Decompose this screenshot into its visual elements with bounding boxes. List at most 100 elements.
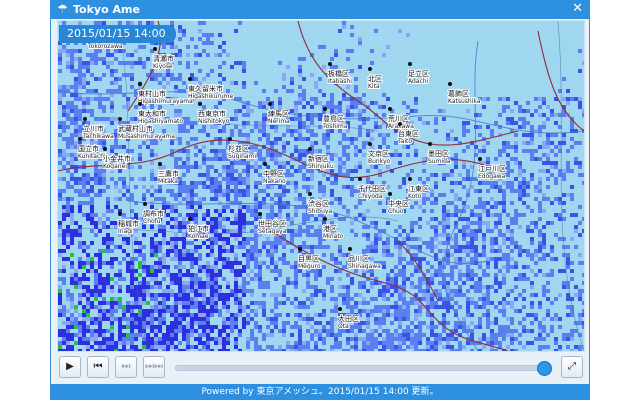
rain-cell xyxy=(530,149,534,153)
rain-cell xyxy=(170,321,174,325)
rain-cell xyxy=(70,261,74,265)
rain-cell xyxy=(554,161,558,165)
rain-cell xyxy=(554,297,558,301)
rain-cell xyxy=(226,229,230,233)
time-slider[interactable] xyxy=(175,361,552,376)
rain-cell xyxy=(258,153,262,157)
rain-cell xyxy=(514,265,518,269)
rain-cell xyxy=(282,257,286,261)
rain-cell xyxy=(234,217,238,221)
rain-cell xyxy=(210,229,214,233)
rain-cell xyxy=(450,333,454,337)
time-slider-thumb[interactable] xyxy=(537,361,552,376)
rain-cell xyxy=(230,133,234,137)
rain-cell xyxy=(234,61,238,65)
rain-cell xyxy=(78,301,82,305)
rain-cell xyxy=(58,121,62,125)
rain-radar-map[interactable]: 所沢市Tokorozawa清瀬市Kiyose東村山市Higashimurayam… xyxy=(58,21,584,351)
rain-cell xyxy=(102,105,106,109)
rain-cell xyxy=(122,317,126,321)
rain-cell xyxy=(98,317,102,321)
rain-cell xyxy=(194,261,198,265)
rain-cell xyxy=(110,89,114,93)
rain-cell xyxy=(338,157,342,161)
close-icon[interactable]: ✕ xyxy=(572,1,583,16)
rain-cell xyxy=(470,301,474,305)
rain-cell xyxy=(86,97,90,101)
rain-cell xyxy=(306,341,310,345)
rain-cell xyxy=(386,333,390,337)
rain-cell xyxy=(298,85,302,89)
rain-cell xyxy=(230,293,234,297)
rain-cell xyxy=(470,277,474,281)
rain-cell xyxy=(190,281,194,285)
rain-cell xyxy=(150,185,154,189)
rain-cell xyxy=(510,117,514,121)
rain-cell xyxy=(94,221,98,225)
rain-cell xyxy=(58,269,62,273)
rain-cell xyxy=(438,289,442,293)
fullscreen-button[interactable]: ⤢ xyxy=(561,356,583,378)
rain-cell xyxy=(438,233,442,237)
rain-cell xyxy=(158,341,162,345)
rain-cell xyxy=(302,177,306,181)
rain-cell xyxy=(230,173,234,177)
rain-cell xyxy=(446,305,450,309)
rain-cell xyxy=(310,121,314,125)
rain-cell xyxy=(506,213,510,217)
last-frame-button[interactable]: ⏭⏭ xyxy=(143,356,165,378)
rain-cell xyxy=(166,305,170,309)
rain-cell xyxy=(298,165,302,169)
rain-cell xyxy=(66,101,70,105)
rain-cell xyxy=(82,77,86,81)
place-label: 足立区 xyxy=(408,69,429,78)
rain-cell xyxy=(218,221,222,225)
rain-cell xyxy=(478,181,482,185)
rain-cell xyxy=(342,185,346,189)
next-frame-button[interactable]: ⏭ xyxy=(115,356,137,378)
rain-cell xyxy=(474,125,478,129)
rain-cell xyxy=(442,337,446,341)
rain-cell xyxy=(302,185,306,189)
rain-cell xyxy=(542,345,546,349)
rain-cell xyxy=(582,289,584,293)
rain-cell xyxy=(370,165,374,169)
rain-cell xyxy=(454,161,458,165)
rain-cell xyxy=(302,213,306,217)
rain-cell xyxy=(122,237,126,241)
rain-cell xyxy=(70,317,74,321)
rain-cell xyxy=(382,305,386,309)
rain-cell xyxy=(142,65,146,69)
rain-cell xyxy=(294,189,298,193)
rain-cell xyxy=(346,153,350,157)
rain-cell xyxy=(274,141,278,145)
rain-cell xyxy=(198,313,202,317)
rain-cell xyxy=(210,249,214,253)
rain-cell xyxy=(338,277,342,281)
rain-cell xyxy=(226,237,230,241)
rain-cell xyxy=(434,185,438,189)
rain-cell xyxy=(374,237,378,241)
rain-cell xyxy=(170,249,174,253)
rain-cell xyxy=(434,333,438,337)
rain-cell xyxy=(258,101,262,105)
rain-cell xyxy=(114,81,118,85)
rain-cell xyxy=(166,337,170,341)
rain-cell xyxy=(250,257,254,261)
rain-cell xyxy=(546,345,550,349)
rain-cell xyxy=(474,305,478,309)
rain-cell xyxy=(530,177,534,181)
rain-cell xyxy=(394,273,398,277)
rain-cell xyxy=(450,213,454,217)
place-marker xyxy=(188,217,192,221)
rain-cell xyxy=(110,241,114,245)
rain-cell xyxy=(534,249,538,253)
place-label: 稲城市 xyxy=(118,219,139,228)
rain-cell xyxy=(242,285,246,289)
rain-cell xyxy=(190,277,194,281)
umbrella-icon: ☂ xyxy=(57,2,68,16)
rain-cell xyxy=(158,317,162,321)
play-button[interactable]: ▶ xyxy=(59,356,81,378)
prev-frame-button[interactable]: ⏮ xyxy=(87,356,109,378)
rain-cell xyxy=(366,349,370,351)
